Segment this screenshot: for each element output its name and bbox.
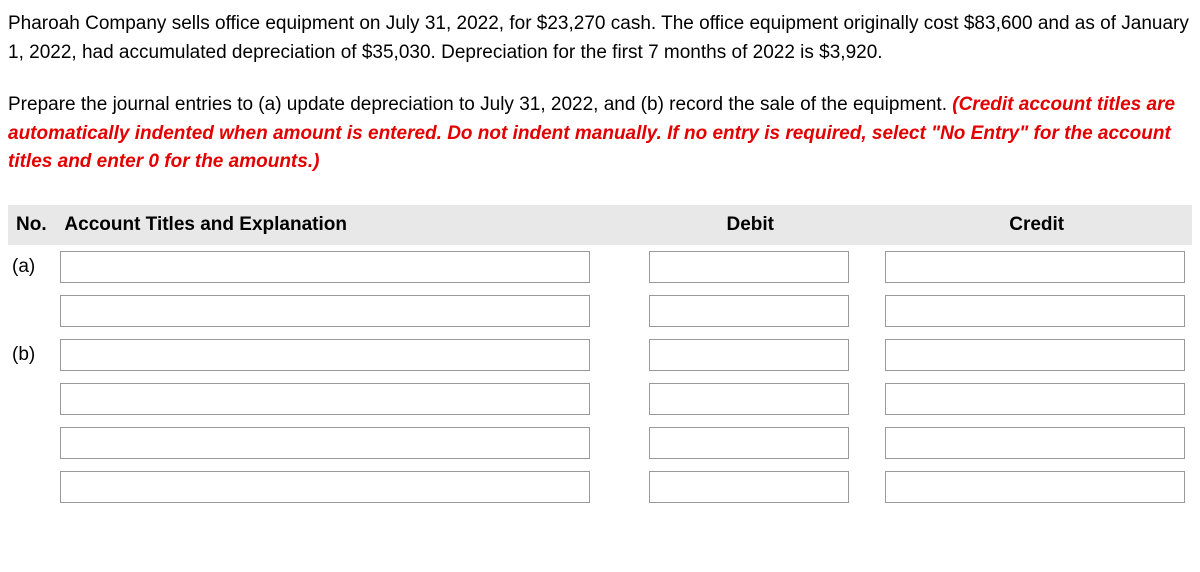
row-no-label: (a) [12,256,35,277]
account-input[interactable] [60,383,590,415]
debit-input[interactable] [649,339,849,371]
credit-input[interactable] [885,295,1185,327]
credit-input[interactable] [885,251,1185,283]
credit-input[interactable] [885,427,1185,459]
account-input[interactable] [60,295,590,327]
table-row [8,465,1192,509]
table-row: (b) [8,333,1192,377]
account-input[interactable] [60,339,590,371]
account-input[interactable] [60,251,590,283]
debit-input[interactable] [649,471,849,503]
header-gap1 [619,205,645,246]
problem-text-2-prefix: Prepare the journal entries to (a) updat… [8,94,952,115]
credit-input[interactable] [885,383,1185,415]
debit-input[interactable] [649,383,849,415]
table-header-row: No. Account Titles and Explanation Debit… [8,205,1192,246]
table-row [8,421,1192,465]
row-no-label: (b) [12,344,35,365]
header-no: No. [8,205,56,246]
problem-paragraph-2: Prepare the journal entries to (a) updat… [8,91,1192,177]
credit-input[interactable] [885,471,1185,503]
table-row: (a) [8,245,1192,289]
credit-input[interactable] [885,339,1185,371]
debit-input[interactable] [649,251,849,283]
debit-input[interactable] [649,427,849,459]
problem-text-1: Pharoah Company sells office equipment o… [8,13,1189,63]
journal-entry-table: No. Account Titles and Explanation Debit… [8,205,1192,510]
header-account: Account Titles and Explanation [56,205,619,246]
account-input[interactable] [60,427,590,459]
header-credit: Credit [881,205,1192,246]
header-debit: Debit [645,205,855,246]
table-row [8,377,1192,421]
table-row [8,289,1192,333]
problem-paragraph-1: Pharoah Company sells office equipment o… [8,10,1192,67]
header-gap2 [855,205,881,246]
debit-input[interactable] [649,295,849,327]
account-input[interactable] [60,471,590,503]
